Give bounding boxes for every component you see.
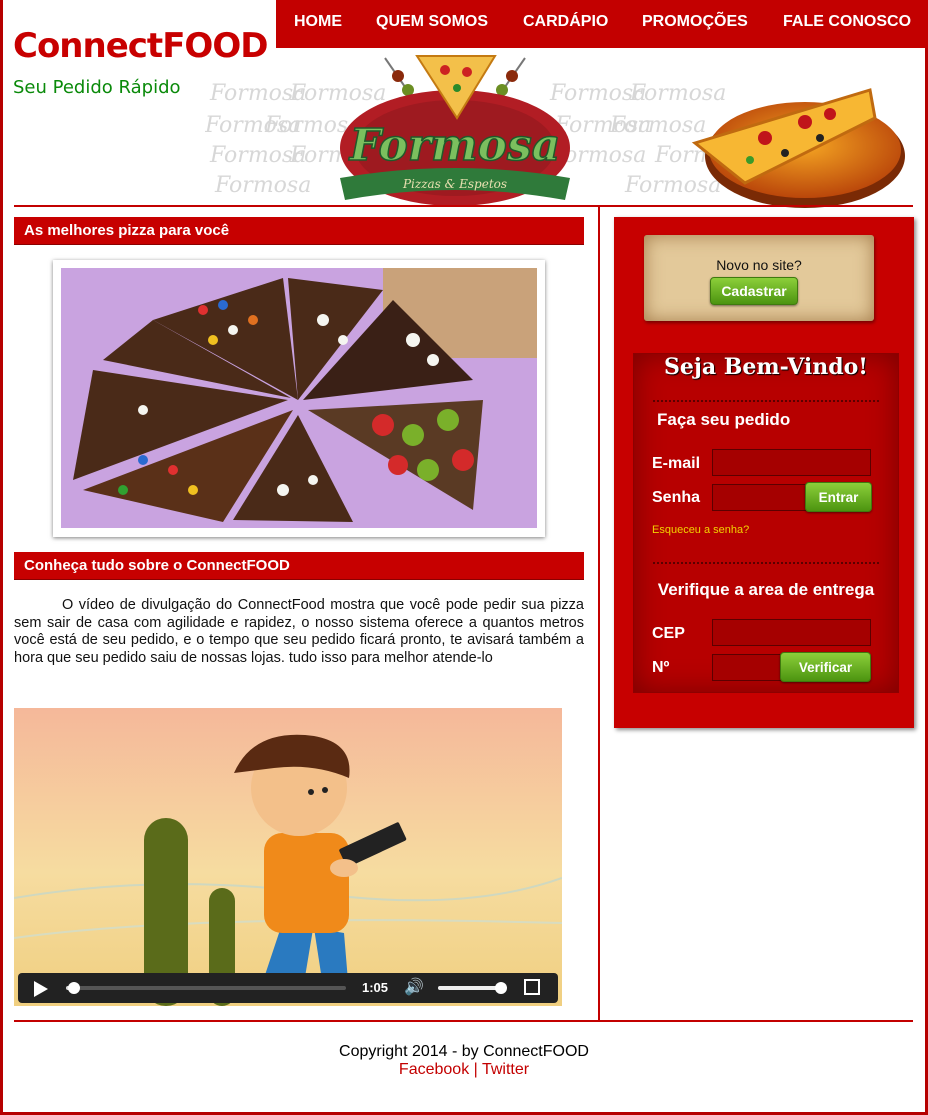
twitter-link[interactable]: Twitter [482,1061,529,1078]
volume-knob[interactable] [494,982,507,994]
email-field[interactable] [712,449,871,476]
welcome-title: Seja Bem-Vindo! [664,354,868,380]
order-heading: Faça seu pedido [657,410,791,429]
video-progress-track[interactable] [66,982,346,994]
fullscreen-icon[interactable] [524,979,540,995]
video-time: 1:05 [362,980,389,995]
login-box: Seja Bem-Vindo! Faça seu pedido E-mail S… [633,353,899,693]
header-divider [14,205,913,207]
nav-fale-conosco[interactable]: FALE CONOSCO [783,13,911,31]
verify-button[interactable]: Verificar [780,652,871,682]
header-banner: Formosa Formosa Formosa Formosa Formosa For… [204,48,925,208]
banner-title: Formosa [348,120,561,171]
login-button[interactable]: Entrar [805,482,872,512]
nav-quem-somos[interactable]: QUEM SOMOS [376,13,488,31]
footer-separator: | [473,1061,478,1078]
cep-field[interactable] [712,619,871,646]
password-label: Senha [652,489,701,506]
svg-text:Formosa: Formosa [609,113,706,138]
dotted-divider [653,562,879,564]
forgot-password-link[interactable]: Esqueceu a senha? [652,524,749,536]
svg-text:Formosa: Formosa [624,173,721,198]
svg-text:Formosa: Formosa [214,173,311,198]
cep-label: CEP [652,625,685,642]
number-label: Nº [652,659,670,676]
footer-links: Facebook | Twitter [0,1061,928,1079]
dessert-pizza-photo [53,260,545,537]
section-title-pizzas: As melhores pizza para você [14,217,584,245]
volume-fill [438,986,501,990]
svg-text:Formosa: Formosa [289,81,386,106]
password-field[interactable] [712,484,810,511]
section-title-about: Conheça tudo sobre o ConnectFOOD [14,552,584,580]
delivery-heading: Verifique a area de entrega [657,580,875,599]
video-controls: 1:05 🔊 [18,973,558,1003]
footer-copyright: Copyright 2014 - by ConnectFOOD [339,1043,589,1060]
footer-divider [14,1020,913,1022]
number-field[interactable] [712,654,782,681]
video-progress-knob[interactable] [68,982,81,994]
email-label: E-mail [652,455,701,472]
facebook-link[interactable]: Facebook [399,1061,469,1078]
banner-subtitle: Pizzas & Espetos [402,177,507,191]
register-button[interactable]: Cadastrar [710,277,798,305]
nav-cardapio[interactable]: CARDÁPIO [523,13,608,31]
nav-home[interactable]: HOME [294,13,342,31]
main-nav: HOME QUEM SOMOS CARDÁPIO PROMOÇÕES FALE … [276,0,928,48]
play-icon[interactable] [34,981,48,997]
new-prompt: Novo no site? [716,257,802,273]
volume-icon[interactable]: 🔊 [404,980,424,996]
about-paragraph-text: O vídeo de divulgação do ConnectFood mos… [14,597,584,666]
about-paragraph: O vídeo de divulgação do ConnectFood mos… [14,597,584,667]
svg-text:Formosa: Formosa [629,81,726,106]
column-divider [598,207,600,1022]
site-slogan: Seu Pedido Rápido [13,77,181,98]
promo-video[interactable]: 1:05 🔊 [14,708,562,1006]
sidebar-panel: Novo no site? Cadastrar Seja Bem-Vindo! … [614,217,914,728]
nav-promocoes[interactable]: PROMOÇÕES [642,13,748,31]
volume-track[interactable] [438,982,507,994]
dotted-divider [653,400,879,402]
register-card: Novo no site? Cadastrar [644,235,874,321]
